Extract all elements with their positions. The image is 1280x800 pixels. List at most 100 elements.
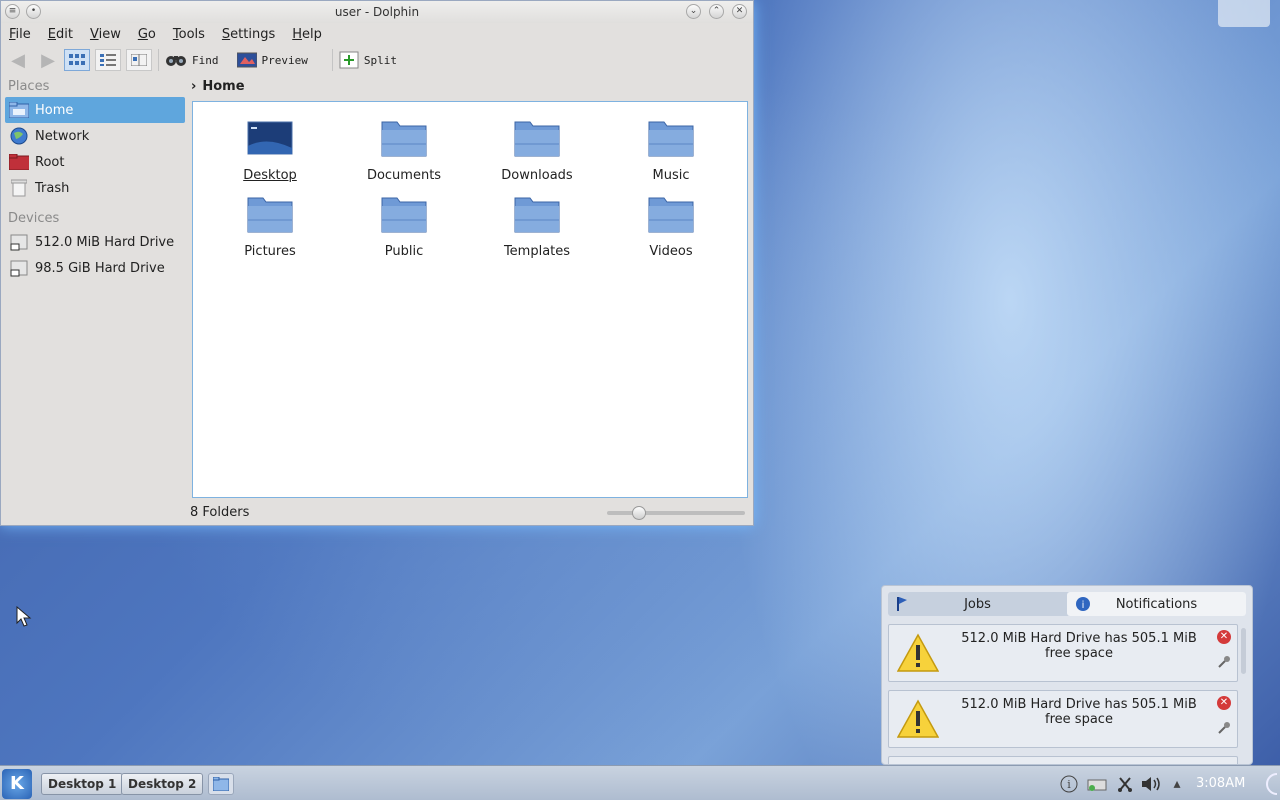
dismiss-icon[interactable]: ✕	[1217, 630, 1231, 644]
panel-toolbox-icon[interactable]	[1258, 773, 1278, 795]
toolbar: ◀ ▶ Find Preview Split	[1, 45, 753, 75]
icons-view-button[interactable]	[64, 49, 90, 71]
chevron-right-icon: ›	[191, 79, 197, 94]
tray-info-icon[interactable]: i	[1058, 773, 1080, 795]
close-button[interactable]: ✕	[732, 4, 747, 19]
devices-heading: Devices	[8, 211, 60, 226]
task-dolphin[interactable]	[208, 773, 234, 795]
clock[interactable]: 3:08AM	[1196, 776, 1245, 791]
pager-desktop-1[interactable]: Desktop 1	[41, 773, 124, 795]
file-item-label: Public	[384, 244, 424, 259]
file-item-label: Videos	[649, 244, 693, 259]
details-view-icon	[100, 54, 116, 66]
tray-expand-arrow-icon[interactable]: ▴	[1166, 773, 1188, 795]
file-item-music[interactable]: Music	[616, 118, 726, 183]
place-home[interactable]: Home	[5, 97, 185, 123]
pin-icon[interactable]	[1217, 721, 1231, 735]
columns-view-icon	[131, 54, 147, 66]
device-98gib[interactable]: 98.5 GiB Hard Drive	[5, 255, 185, 281]
notifications-popup: Jobs i Notifications 512.0 MiB Hard Driv…	[881, 585, 1253, 765]
pin-icon[interactable]	[1217, 655, 1231, 669]
tab-notifications-label: Notifications	[1115, 596, 1198, 612]
folder-icon	[648, 121, 694, 157]
menu-go[interactable]: Go	[138, 27, 156, 42]
binoculars-icon	[166, 56, 186, 66]
folder-icon	[514, 121, 560, 157]
forward-arrow-icon[interactable]: ▶	[37, 49, 59, 71]
folder-icon	[648, 197, 694, 233]
file-item-public[interactable]: Public	[349, 194, 459, 259]
menu-help[interactable]: Help	[292, 27, 322, 42]
status-text: 8 Folders	[190, 505, 250, 520]
menu-tools[interactable]: Tools	[173, 27, 205, 42]
file-item-label: Documents	[366, 168, 442, 183]
maximize-button[interactable]: ⌃	[709, 4, 724, 19]
device-512mib-label: 512.0 MiB Hard Drive	[35, 234, 175, 250]
split-icon	[339, 51, 359, 69]
title-bar[interactable]: ≡ • user - Dolphin ⌄ ⌃ ✕	[1, 1, 753, 23]
hard-drive-icon	[9, 259, 29, 277]
file-item-label: Templates	[503, 244, 571, 259]
svg-text:i: i	[1067, 778, 1071, 791]
file-item-label: Music	[652, 168, 690, 183]
zoom-slider-handle[interactable]	[632, 506, 646, 520]
dismiss-icon[interactable]: ✕	[1217, 696, 1231, 710]
places-heading: Places	[8, 79, 50, 94]
menu-settings[interactable]: Settings	[222, 27, 275, 42]
file-item-desktop[interactable]: Desktop	[215, 118, 325, 183]
find-button[interactable]: Find	[165, 53, 219, 67]
split-button[interactable]: Split	[339, 51, 397, 69]
menu-file[interactable]: File	[9, 27, 31, 42]
file-item-templates[interactable]: Templates	[482, 194, 592, 259]
home-folder-icon	[9, 101, 29, 119]
folder-icon	[381, 197, 427, 233]
notifications-tabs: Jobs i Notifications	[888, 592, 1246, 616]
notifications-scrollbar[interactable]	[1241, 628, 1246, 674]
place-home-label: Home	[35, 102, 74, 118]
menu-bar: File Edit View Go Tools Settings Help	[1, 23, 753, 45]
split-label: Split	[363, 53, 397, 67]
preview-button[interactable]: Preview	[236, 52, 308, 68]
file-item-downloads[interactable]: Downloads	[482, 118, 592, 183]
notification-message: 512.0 MiB Hard Drive has 505.1 MiB free …	[961, 697, 1197, 727]
flag-icon	[897, 597, 907, 611]
place-trash[interactable]: Trash	[5, 175, 185, 201]
notification-item[interactable]: 512.0 MiB Hard Drive has 505.1 MiB free …	[888, 624, 1238, 682]
desktop-folder-icon	[247, 121, 293, 155]
minimize-button[interactable]: ⌄	[686, 4, 701, 19]
menu-edit[interactable]: Edit	[48, 27, 73, 42]
file-item-documents[interactable]: Documents	[349, 118, 459, 183]
tab-jobs[interactable]: Jobs	[888, 592, 1067, 616]
columns-view-button[interactable]	[126, 49, 152, 71]
menu-view[interactable]: View	[90, 27, 121, 42]
file-item-videos[interactable]: Videos	[616, 194, 726, 259]
toolbar-separator	[158, 49, 159, 71]
breadcrumb[interactable]: › Home	[191, 79, 245, 94]
device-512mib[interactable]: 512.0 MiB Hard Drive	[5, 229, 185, 255]
warning-icon	[897, 699, 939, 738]
notification-item-partial[interactable]	[888, 756, 1238, 764]
tab-notifications[interactable]: i Notifications	[1067, 592, 1246, 616]
place-network[interactable]: Network	[5, 123, 185, 149]
tray-device-notifier-icon[interactable]	[1086, 773, 1108, 795]
file-item-pictures[interactable]: Pictures	[215, 194, 325, 259]
tray-volume-icon[interactable]	[1140, 773, 1162, 795]
icons-view-icon	[69, 54, 85, 65]
kde-menu-icon[interactable]: K	[2, 769, 32, 799]
desktop-toolbox-button[interactable]	[1218, 0, 1270, 27]
zoom-slider[interactable]	[607, 506, 745, 520]
device-98gib-label: 98.5 GiB Hard Drive	[35, 260, 165, 276]
details-view-button[interactable]	[95, 49, 121, 71]
globe-icon	[9, 127, 29, 145]
place-root[interactable]: Root	[5, 149, 185, 175]
folder-icon	[381, 121, 427, 157]
info-icon: i	[1076, 597, 1090, 611]
trash-icon	[9, 179, 29, 197]
file-view[interactable]: Desktop Documents Downloads Music Pictur…	[192, 101, 748, 498]
tray-klipper-icon[interactable]	[1114, 773, 1136, 795]
back-arrow-icon[interactable]: ◀	[7, 49, 29, 71]
svg-text:i: i	[1082, 600, 1085, 611]
preview-icon	[236, 52, 257, 68]
notification-item[interactable]: 512.0 MiB Hard Drive has 505.1 MiB free …	[888, 690, 1238, 748]
pager-desktop-2[interactable]: Desktop 2	[121, 773, 204, 795]
